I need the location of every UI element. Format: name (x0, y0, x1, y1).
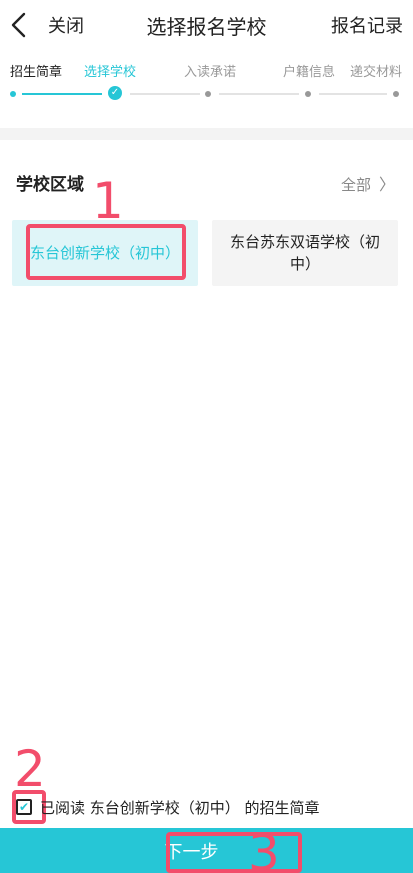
annotation-number-3: 3 (248, 824, 280, 873)
progress-steps: 招生简章 选择学校 入读承诺 户籍信息 递交材料 ✓ (0, 52, 413, 112)
all-schools-link[interactable]: 全部〉 (341, 171, 395, 195)
step-dot-3 (205, 91, 211, 97)
annotation-box-3 (166, 832, 302, 873)
step-line-4 (319, 93, 387, 95)
step-label-3: 入读承诺 (184, 65, 237, 80)
header-bar: 关闭 选择报名学校 报名记录 (0, 0, 413, 50)
step-label-5: 递交材料 (350, 65, 403, 80)
step-dot-1 (10, 91, 16, 97)
section-divider (0, 128, 413, 140)
all-schools-label: 全部 (340, 176, 371, 194)
close-button[interactable]: 关闭 (48, 12, 84, 38)
back-arrow-icon[interactable] (8, 11, 30, 39)
agreement-row: ✔ 已阅读 东台创新学校（初中） 的招生简章 (16, 796, 320, 818)
agreement-text: 已阅读 东台创新学校（初中） 的招生简章 (40, 798, 320, 817)
step-label-4: 户籍信息 (283, 65, 336, 80)
checkmark-icon: ✔ (18, 800, 30, 814)
school-name: 东台苏东双语学校（初中） (230, 233, 381, 273)
step-label-1: 招生简章 (10, 65, 63, 80)
step-dot-5 (393, 91, 399, 97)
chevron-right-icon: 〉 (378, 175, 395, 194)
step-dot-4 (305, 91, 311, 97)
school-card[interactable]: 东台苏东双语学校（初中） (212, 220, 398, 286)
annotation-number-1: 1 (92, 172, 124, 230)
agreement-checkbox[interactable]: ✔ (16, 799, 32, 815)
step-label-2: 选择学校 (84, 65, 137, 80)
step-check-icon: ✓ (108, 86, 122, 100)
section-title: 学校区域 (16, 175, 84, 195)
step-line-1 (22, 93, 102, 95)
annotation-number-2: 2 (14, 740, 46, 798)
step-line-3 (219, 93, 299, 95)
step-line-2 (130, 93, 200, 95)
annotation-box-1 (26, 224, 186, 280)
registration-history-button[interactable]: 报名记录 (331, 12, 403, 38)
